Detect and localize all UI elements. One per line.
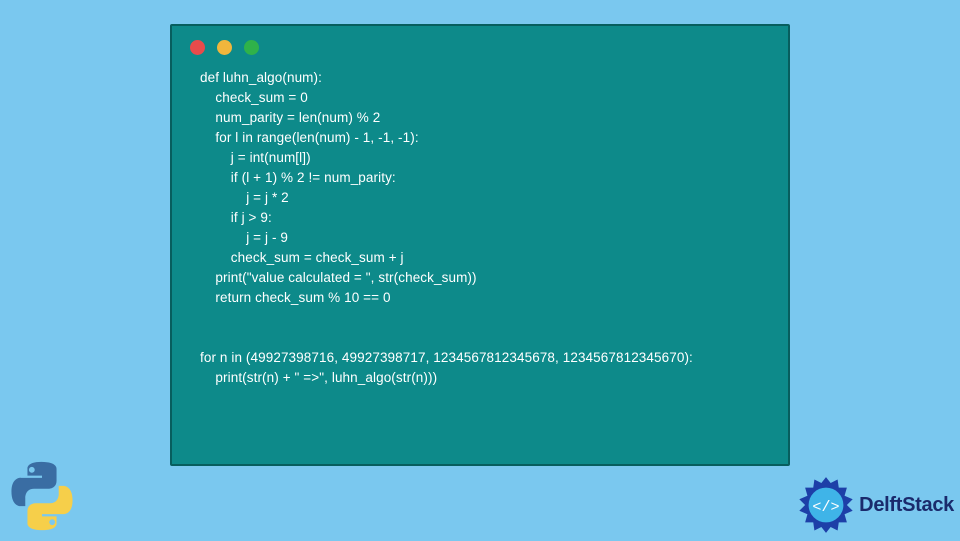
svg-text:</>: </> [813, 498, 840, 516]
delftstack-gear-icon: </> [797, 476, 855, 534]
delftstack-logo: </> DelftStack [797, 476, 954, 534]
python-logo-icon [2, 456, 82, 536]
minimize-dot-icon [217, 40, 232, 55]
code-block: def luhn_algo(num): check_sum = 0 num_pa… [172, 68, 788, 398]
window-titlebar [172, 26, 788, 68]
maximize-dot-icon [244, 40, 259, 55]
close-dot-icon [190, 40, 205, 55]
code-window: def luhn_algo(num): check_sum = 0 num_pa… [170, 24, 790, 466]
delftstack-wordmark: DelftStack [859, 494, 954, 517]
